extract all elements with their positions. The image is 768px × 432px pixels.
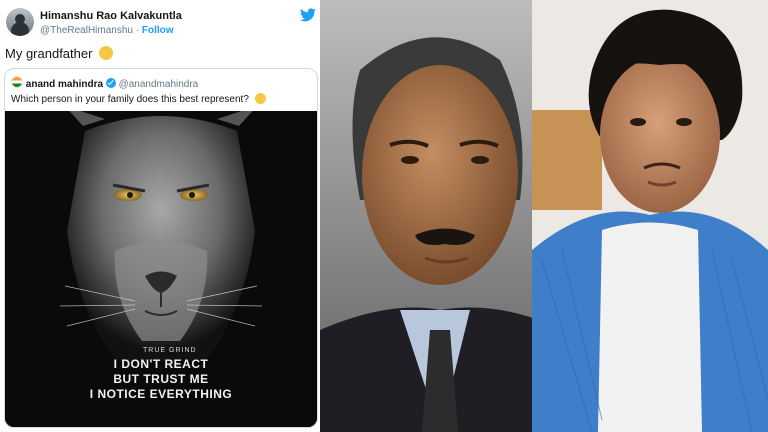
lioness-image: TRUE GRIND I DON'T REACT BUT TRUST ME I …	[5, 111, 317, 427]
tweet-screenshot: Himanshu Rao Kalvakuntla @TheRealHimansh…	[0, 0, 320, 432]
tweet-user-line: @TheRealHimanshu · Follow	[40, 25, 174, 36]
slogan-line-2: BUT TRUST ME	[113, 372, 209, 386]
quoted-user-name[interactable]: anand mahindra	[26, 79, 103, 90]
quoted-tweet-card[interactable]: anand mahindra @anandmahindra Which pers…	[4, 68, 318, 428]
twitter-bird-icon[interactable]	[300, 8, 316, 22]
separator: ·	[135, 25, 140, 36]
follow-button[interactable]: Follow	[142, 25, 174, 36]
grinning-sweat-emoji-icon	[99, 46, 114, 60]
verified-badge-icon	[105, 78, 116, 88]
india-flag-icon	[11, 76, 23, 88]
man-portrait-illustration	[320, 0, 562, 432]
tweet-text: My grandfather	[5, 46, 114, 61]
boy-portrait-photo	[532, 0, 768, 432]
quoted-text-content: Which person in your family does this be…	[11, 94, 249, 105]
boy-portrait-illustration	[532, 0, 768, 432]
tweet-header: Himanshu Rao Kalvakuntla @TheRealHimansh…	[4, 6, 316, 40]
tweet-user-name[interactable]: Himanshu Rao Kalvakuntla	[40, 10, 182, 22]
quoted-tweet-header: anand mahindra @anandmahindra	[11, 76, 198, 90]
quoted-handle[interactable]: @anandmahindra	[119, 79, 199, 90]
slogan-line-1: I DON'T REACT	[113, 357, 209, 371]
image-brand: TRUE GRIND	[143, 347, 197, 354]
avatar[interactable]	[6, 8, 34, 36]
smiling-emoji-icon	[254, 93, 266, 104]
quoted-tweet-text: Which person in your family does this be…	[11, 93, 266, 105]
man-portrait-photo	[320, 0, 562, 432]
tweet-text-content: My grandfather	[5, 46, 93, 61]
tweet-handle[interactable]: @TheRealHimanshu	[40, 25, 133, 36]
slogan-line-3: I NOTICE EVERYTHING	[89, 387, 233, 401]
